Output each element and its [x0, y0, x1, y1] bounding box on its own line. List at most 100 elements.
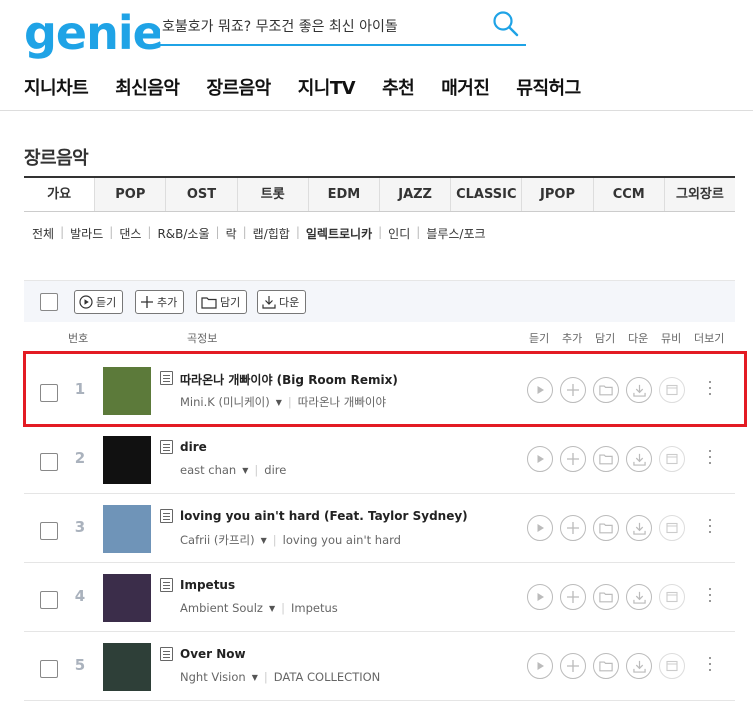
- nav-magazine[interactable]: 매거진: [441, 74, 490, 100]
- track-checkbox[interactable]: [40, 453, 58, 471]
- artist-dropdown-icon[interactable]: ▼: [261, 536, 267, 545]
- nav-recommend[interactable]: 추천: [382, 74, 415, 100]
- download-icon: [632, 591, 646, 604]
- play-button[interactable]: [527, 515, 553, 541]
- track-title[interactable]: Over Now: [180, 647, 246, 661]
- track-artist[interactable]: Nght Vision: [180, 670, 246, 684]
- download-button[interactable]: [626, 584, 652, 610]
- subgenre-rock[interactable]: 락: [220, 225, 243, 242]
- track-album[interactable]: Impetus: [291, 601, 338, 615]
- music-video-button[interactable]: [659, 515, 685, 541]
- tab-kpop[interactable]: 가요: [24, 178, 95, 211]
- track-title[interactable]: Impetus: [180, 578, 235, 592]
- track-album[interactable]: dire: [264, 463, 286, 477]
- track-row[interactable]: 3 loving you ain't hard (Feat. Taylor Syd…: [24, 494, 735, 563]
- more-options-icon[interactable]: [709, 450, 713, 468]
- plus-icon: [567, 660, 579, 672]
- subgenre-hiphop[interactable]: 랩/힙합: [247, 225, 296, 242]
- album-cover[interactable]: [103, 643, 151, 691]
- subgenre-indie[interactable]: 인디: [382, 225, 416, 242]
- artist-dropdown-icon[interactable]: ▼: [252, 673, 258, 682]
- nav-chart[interactable]: 지니차트: [24, 74, 89, 100]
- track-title[interactable]: dire: [180, 440, 207, 454]
- album-cover[interactable]: [103, 574, 151, 622]
- select-all-checkbox[interactable]: [40, 293, 58, 311]
- track-checkbox[interactable]: [40, 522, 58, 540]
- track-row[interactable]: 4 Impetus Ambient Soulz ▼ | Impetus: [24, 563, 735, 632]
- folder-icon: [599, 454, 613, 465]
- subgenre-dance[interactable]: 댄스: [113, 225, 147, 242]
- download-button[interactable]: [626, 653, 652, 679]
- subgenre-electronica[interactable]: 일렉트로니카: [300, 225, 378, 242]
- subgenre-rnb[interactable]: R&B/소울: [151, 225, 215, 242]
- track-artist[interactable]: Cafrii (카프리): [180, 532, 255, 548]
- col-listen: 듣기: [529, 332, 550, 345]
- listen-selected-button[interactable]: 듣기: [74, 290, 124, 314]
- more-options-icon[interactable]: [709, 588, 713, 606]
- download-button[interactable]: [626, 446, 652, 472]
- lyrics-icon[interactable]: [160, 647, 173, 661]
- tab-jazz[interactable]: JAZZ: [379, 178, 451, 211]
- add-button[interactable]: [560, 515, 586, 541]
- album-cover[interactable]: [103, 505, 151, 553]
- track-row[interactable]: 5 Over Now Nght Vision ▼ | DATA COLLECTION: [24, 632, 735, 701]
- tab-ccm[interactable]: CCM: [592, 178, 664, 211]
- music-video-icon: [666, 591, 678, 603]
- lyrics-icon[interactable]: [160, 440, 173, 454]
- music-video-button[interactable]: [659, 653, 685, 679]
- subgenre-blues-folk[interactable]: 블루스/포크: [420, 225, 491, 242]
- tab-classic[interactable]: CLASSIC: [450, 178, 522, 211]
- track-album[interactable]: loving you ain't hard: [283, 533, 401, 547]
- genie-logo[interactable]: genie: [24, 6, 164, 60]
- music-video-button[interactable]: [659, 446, 685, 472]
- tab-pop[interactable]: POP: [94, 178, 166, 211]
- save-button[interactable]: [593, 584, 619, 610]
- save-selected-button[interactable]: 담기: [196, 290, 248, 314]
- add-selected-button[interactable]: 추가: [135, 290, 185, 314]
- download-button[interactable]: [626, 515, 652, 541]
- lyrics-icon[interactable]: [160, 578, 173, 592]
- folder-icon: [201, 296, 217, 309]
- track-checkbox[interactable]: [40, 591, 58, 609]
- artist-dropdown-icon[interactable]: ▼: [242, 466, 248, 475]
- more-options-icon[interactable]: [709, 519, 713, 537]
- tab-other-genres[interactable]: 그외장르: [663, 178, 736, 211]
- search-bar: [160, 10, 526, 46]
- tab-ost[interactable]: OST: [165, 178, 237, 211]
- tab-trot[interactable]: 트롯: [236, 178, 308, 211]
- nav-genie-tv[interactable]: 지니TV: [298, 74, 356, 100]
- lyrics-icon[interactable]: [160, 509, 173, 523]
- track-artist[interactable]: Ambient Soulz: [180, 601, 263, 615]
- add-button[interactable]: [560, 446, 586, 472]
- search-input[interactable]: [160, 12, 480, 42]
- track-title[interactable]: loving you ain't hard (Feat. Taylor Sydn…: [180, 509, 468, 523]
- track-checkbox[interactable]: [40, 660, 58, 678]
- save-button[interactable]: [593, 446, 619, 472]
- track-artist[interactable]: east chan: [180, 463, 236, 477]
- add-button[interactable]: [560, 653, 586, 679]
- track-album[interactable]: DATA COLLECTION: [274, 670, 381, 684]
- subgenre-ballad[interactable]: 발라드: [64, 225, 109, 242]
- tab-jpop[interactable]: JPOP: [521, 178, 593, 211]
- more-options-icon[interactable]: [709, 657, 713, 675]
- track-meta: Ambient Soulz ▼ | Impetus: [180, 601, 338, 615]
- tab-edm[interactable]: EDM: [307, 178, 380, 211]
- music-video-button[interactable]: [659, 584, 685, 610]
- album-cover[interactable]: [103, 436, 151, 484]
- add-button[interactable]: [560, 584, 586, 610]
- nav-music-hug[interactable]: 뮤직허그: [516, 74, 581, 100]
- save-button[interactable]: [593, 653, 619, 679]
- play-button[interactable]: [527, 584, 553, 610]
- col-number: 번호: [68, 332, 89, 345]
- download-selected-button[interactable]: 다운: [257, 290, 307, 314]
- nav-genre[interactable]: 장르음악: [207, 74, 272, 100]
- search-icon[interactable]: [492, 10, 520, 38]
- track-row[interactable]: 2 dire east chan ▼ | dire: [24, 425, 735, 494]
- play-button[interactable]: [527, 653, 553, 679]
- plus-icon: [567, 522, 579, 534]
- nav-latest[interactable]: 최신음악: [115, 74, 180, 100]
- artist-dropdown-icon[interactable]: ▼: [269, 604, 275, 613]
- save-button[interactable]: [593, 515, 619, 541]
- subgenre-all[interactable]: 전체: [32, 225, 60, 242]
- play-button[interactable]: [527, 446, 553, 472]
